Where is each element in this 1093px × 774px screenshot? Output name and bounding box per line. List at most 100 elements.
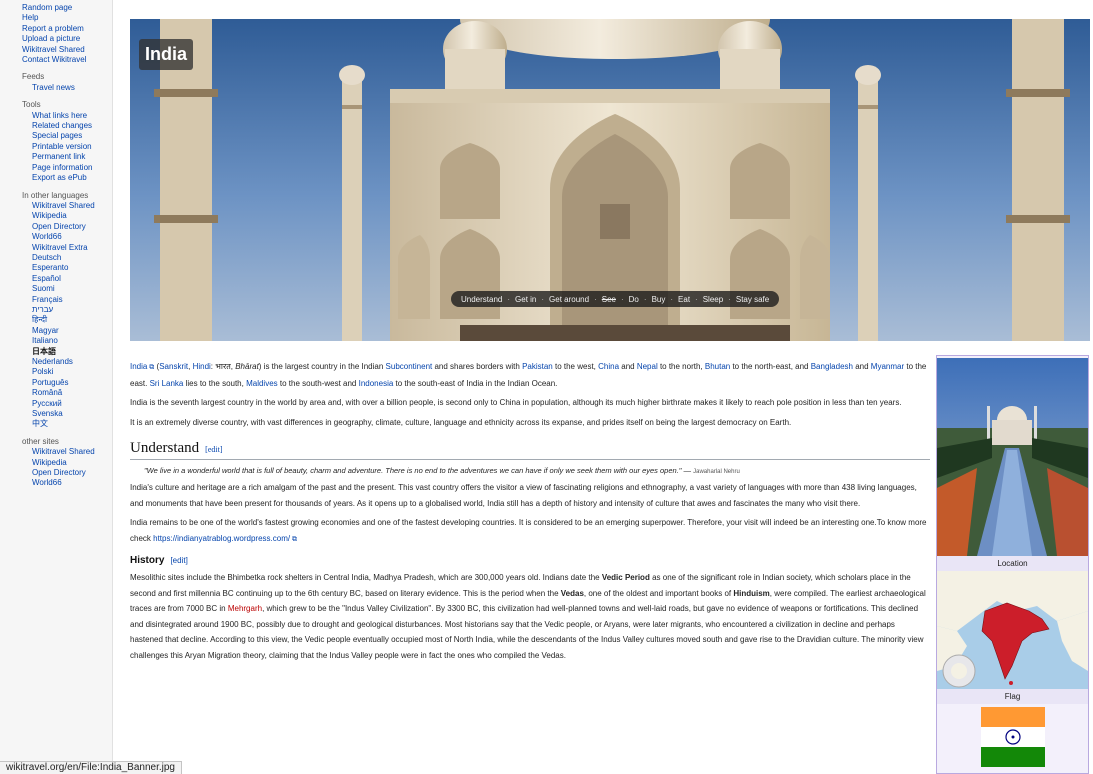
- understand-heading: Understand [edit]: [130, 440, 930, 460]
- indianyatrablog-link[interactable]: https://indianyatrablog.wordpress.com/: [153, 534, 290, 543]
- banner-nav-get-around[interactable]: Get around: [547, 295, 591, 304]
- sidebar-language-21[interactable]: 中文: [0, 419, 112, 429]
- sidebar-item-upload-a-picture[interactable]: Upload a picture: [0, 34, 112, 44]
- infobox-taj-photo[interactable]: [937, 358, 1088, 556]
- sidebar-tool-permanent-link[interactable]: Permanent link: [0, 152, 112, 162]
- sidebar-item-random-page[interactable]: Random page: [0, 3, 112, 13]
- nav-separator: ·: [643, 294, 647, 304]
- infobox: Location Flag: [936, 355, 1089, 774]
- sidebar-tool-related-changes[interactable]: Related changes: [0, 121, 112, 131]
- quote-text: "We live in a wonderful world that is fu…: [144, 466, 682, 475]
- china-link[interactable]: China: [598, 362, 619, 371]
- intro-text: to the north-east, and: [730, 362, 811, 371]
- sidebar-language-deutsch[interactable]: Deutsch: [0, 253, 112, 263]
- sidebar-language-11[interactable]: हिन्दी: [0, 315, 112, 325]
- sidebar-languages-group: Wikitravel Shared Wikipedia Open Directory…: [0, 201, 112, 430]
- india-link[interactable]: India: [130, 362, 147, 371]
- intro-text: lies to the south,: [183, 378, 247, 388]
- sidebar-item-report-a-problem[interactable]: Report a problem: [0, 24, 112, 34]
- banner-nav-understand[interactable]: Understand: [459, 295, 504, 304]
- understand-edit-link[interactable]: [edit]: [205, 445, 222, 454]
- intro-text: to the north,: [657, 362, 705, 371]
- nepal-link[interactable]: Nepal: [637, 362, 658, 371]
- browser-status-bar: wikitravel.org/en/File:India_Banner.jpg: [0, 761, 182, 774]
- understand-paragraph-2: India remains to be one of the world's f…: [130, 515, 930, 547]
- hinduism-bold: Hinduism: [733, 588, 770, 598]
- sidebar-feed-travel-news[interactable]: Travel news: [0, 83, 112, 93]
- sidebar-language-wikipedia[interactable]: Wikipedia: [0, 211, 112, 221]
- history-edit-link[interactable]: [edit]: [170, 556, 187, 565]
- banner-nav-get-in[interactable]: Get in: [513, 295, 538, 304]
- history-paragraph: Mesolithic sites include the Bhimbetka r…: [130, 570, 930, 663]
- pakistan-link[interactable]: Pakistan: [522, 362, 553, 371]
- sidebar-language-fran-ais[interactable]: Français: [0, 295, 112, 305]
- intro-paragraph-1: India ⧉ (Sanskrit, Hindi: भारत, Bhārat) …: [130, 359, 930, 391]
- sidebar: Random page Help Report a problem Upload a …: [0, 0, 112, 774]
- banner-nav-eat[interactable]: Eat: [676, 295, 692, 304]
- intro-text: and shares borders with: [432, 362, 523, 371]
- sidebar-feeds-group: Travel news: [0, 83, 112, 93]
- banner-nav-buy[interactable]: Buy: [650, 295, 668, 304]
- sidebar-tools-title: Tools: [22, 100, 41, 110]
- sidebar-tool-export-as-epub[interactable]: Export as ePub: [0, 173, 112, 183]
- sidebar-item-help[interactable]: Help: [0, 13, 112, 23]
- sidebar-language-esperanto[interactable]: Esperanto: [0, 263, 112, 273]
- bangladesh-link[interactable]: Bangladesh: [811, 362, 853, 371]
- banner-nav-do[interactable]: Do: [627, 295, 641, 304]
- hindi-link[interactable]: Hindi: [193, 362, 211, 371]
- sidebar-othersites-group: Wikitravel Shared Wikipedia Open Directory…: [0, 447, 112, 489]
- sidebar-language-italiano[interactable]: Italiano: [0, 336, 112, 346]
- sidebar-item-contact-wikitravel[interactable]: Contact Wikitravel: [0, 55, 112, 65]
- sidebar-item-wikitravel-shared[interactable]: Wikitravel Shared: [0, 45, 112, 55]
- sidebar-language-19[interactable]: Русский: [0, 399, 112, 409]
- sidebar-othersite-open-directory[interactable]: Open Directory: [0, 468, 112, 478]
- intro-text: and: [619, 362, 637, 371]
- bharat-text: Bhārat: [235, 362, 259, 371]
- sidebar-othersite-wikipedia[interactable]: Wikipedia: [0, 458, 112, 468]
- sidebar-othersite-wikitravel-shared[interactable]: Wikitravel Shared: [0, 447, 112, 457]
- intro-paragraph-2: India is the seventh largest country in …: [130, 398, 902, 407]
- sidebar-language-magyar[interactable]: Magyar: [0, 326, 112, 336]
- understand-heading-text: Understand: [130, 440, 200, 456]
- history-heading: History [edit]: [130, 555, 930, 566]
- sidebar-language-rom-n[interactable]: Română: [0, 388, 112, 398]
- sidebar-language-svenska[interactable]: Svenska: [0, 409, 112, 419]
- subcontinent-link[interactable]: Subcontinent: [386, 362, 433, 371]
- sidebar-tool-printable-version[interactable]: Printable version: [0, 142, 112, 152]
- sidebar-language-polski[interactable]: Polski: [0, 367, 112, 377]
- banner-nav-sleep[interactable]: Sleep: [701, 295, 725, 304]
- sidebar-tool-special-pages[interactable]: Special pages: [0, 131, 112, 141]
- sidebar-othersite-world66[interactable]: World66: [0, 478, 112, 488]
- intro-paragraph-3: It is an extremely diverse country, with…: [130, 417, 792, 427]
- sidebar-tool-page-information[interactable]: Page information: [0, 163, 112, 173]
- infobox-location-map[interactable]: [937, 571, 1088, 689]
- maldives-link[interactable]: Maldives: [246, 379, 278, 388]
- nav-separator: ·: [728, 294, 731, 304]
- banner-nav-see[interactable]: See: [600, 295, 618, 304]
- page-banner[interactable]: India Understand · Get in · Get around · See · D…: [130, 19, 1090, 341]
- banner-nav-stay-safe[interactable]: Stay safe: [734, 295, 771, 304]
- sanskrit-link[interactable]: Sanskrit: [159, 362, 188, 371]
- quote-dash: —: [681, 466, 694, 475]
- sidebar-language-open-directory[interactable]: Open Directory: [0, 222, 112, 232]
- sidebar-language-10[interactable]: עברית: [0, 305, 112, 315]
- nav-separator: ·: [670, 294, 674, 304]
- banner-section-nav: Understand · Get in · Get around · See · Do · Buy ·…: [451, 291, 780, 307]
- srilanka-link[interactable]: Sri Lanka: [150, 379, 184, 388]
- mehrgarh-link[interactable]: Mehrgarh: [228, 604, 262, 613]
- sidebar-language-14[interactable]: 日本語: [0, 347, 112, 357]
- india-flag-icon: [980, 707, 1045, 767]
- sidebar-language-wikitravel-shared[interactable]: Wikitravel Shared: [0, 201, 112, 211]
- sidebar-language-world66[interactable]: World66: [0, 232, 112, 242]
- sidebar-language-wikitravel-extra[interactable]: Wikitravel Extra: [0, 243, 112, 253]
- sidebar-language-portugu-s[interactable]: Português: [0, 378, 112, 388]
- sidebar-language-suomi[interactable]: Suomi: [0, 284, 112, 294]
- sidebar-language-nederlands[interactable]: Nederlands: [0, 357, 112, 367]
- sidebar-tool-what-links-here[interactable]: What links here: [0, 111, 112, 121]
- infobox-flag-label: Flag: [937, 689, 1088, 704]
- sidebar-language-espa-ol[interactable]: Español: [0, 274, 112, 284]
- myanmar-link[interactable]: Myanmar: [871, 362, 904, 371]
- intro-text: to the south-east of India in the Indian…: [393, 378, 558, 388]
- indonesia-link[interactable]: Indonesia: [359, 379, 394, 388]
- bhutan-link[interactable]: Bhutan: [705, 362, 730, 371]
